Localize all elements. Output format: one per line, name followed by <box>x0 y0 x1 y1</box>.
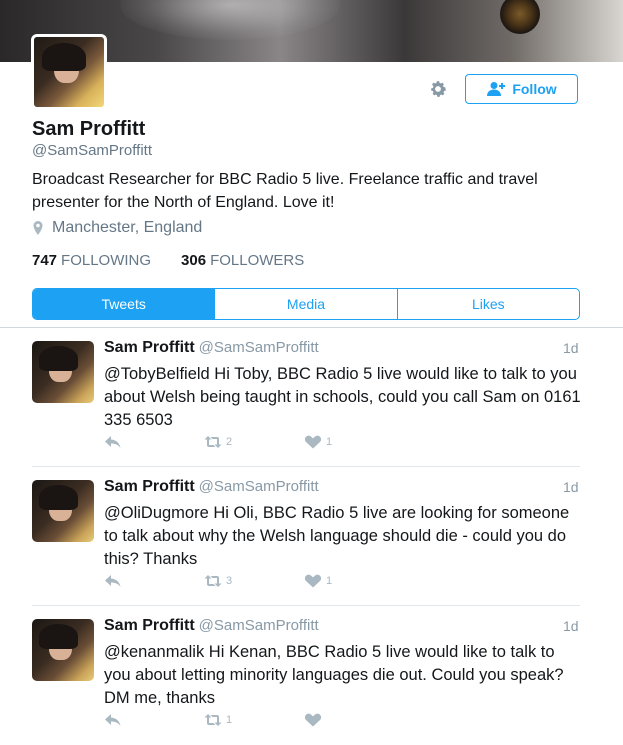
tweet-timestamp[interactable]: 1d <box>563 618 579 634</box>
like-button[interactable]: 1 <box>304 574 332 588</box>
tweet-header: Sam Proffitt @SamSamProffitt <box>104 478 319 496</box>
tweet-header: Sam Proffitt @SamSamProffitt <box>104 339 319 357</box>
tweet-author-handle[interactable]: @SamSamProffitt <box>199 617 319 634</box>
follow-button-label: Follow <box>512 81 557 97</box>
tab-tweets[interactable]: Tweets <box>33 289 215 319</box>
tweet-timestamp[interactable]: 1d <box>563 479 579 495</box>
tweet-author-handle[interactable]: @SamSamProffitt <box>199 478 319 495</box>
following-count: 747 <box>32 252 58 269</box>
tweet-author-name[interactable]: Sam Proffitt <box>104 478 195 495</box>
banner-cat-eye <box>500 0 540 34</box>
tweet-item[interactable]: Sam Proffitt @SamSamProffitt 1d @OliDugmo… <box>0 467 623 606</box>
heart-icon <box>304 713 322 727</box>
tweet-header: Sam Proffitt @SamSamProffitt <box>104 617 319 635</box>
heart-icon <box>304 435 322 449</box>
reply-icon <box>105 436 121 448</box>
heart-icon <box>304 574 322 588</box>
like-button[interactable]: 1 <box>304 435 332 449</box>
reply-button[interactable] <box>104 574 122 588</box>
retweet-icon <box>204 714 222 726</box>
tweet-avatar[interactable] <box>32 480 94 542</box>
retweet-icon <box>204 575 222 587</box>
profile-stats: 747 FOLLOWING 306 FOLLOWERS <box>32 252 304 269</box>
following-stat[interactable]: 747 FOLLOWING <box>32 252 151 269</box>
reply-button[interactable] <box>104 713 122 727</box>
retweet-count: 1 <box>226 714 233 726</box>
retweet-count: 2 <box>226 436 233 448</box>
tweet-item[interactable]: Sam Proffitt @SamSamProffitt 1d @kenanmal… <box>0 606 623 745</box>
profile-location: Manchester, England <box>32 219 202 237</box>
tweet-actions: 2 1 <box>104 435 404 451</box>
tweet-text: @kenanmalik Hi Kenan, BBC Radio 5 live w… <box>104 643 564 707</box>
retweet-icon <box>204 436 222 448</box>
followers-count: 306 <box>181 252 207 269</box>
add-user-icon <box>487 82 506 96</box>
gear-icon[interactable] <box>428 79 448 99</box>
retweet-count: 3 <box>226 575 233 587</box>
profile-bio: Broadcast Researcher for BBC Radio 5 liv… <box>32 171 538 211</box>
tweet-item[interactable]: Sam Proffitt @SamSamProffitt 1d @TobyBelf… <box>0 328 623 467</box>
tab-likes[interactable]: Likes <box>396 289 579 319</box>
following-label: FOLLOWING <box>61 252 152 269</box>
like-button[interactable] <box>304 713 326 727</box>
tweet-author-name[interactable]: Sam Proffitt <box>104 617 195 634</box>
tweet-text: @OliDugmore Hi Oli, BBC Radio 5 live are… <box>104 504 570 568</box>
tweet-avatar[interactable] <box>32 341 94 403</box>
tweet-author-name[interactable]: Sam Proffitt <box>104 339 195 356</box>
like-count: 1 <box>326 575 333 587</box>
reply-button[interactable] <box>104 435 122 449</box>
follow-button[interactable]: Follow <box>465 74 578 104</box>
location-text: Manchester, England <box>52 219 203 236</box>
followers-label: FOLLOWERS <box>210 252 305 269</box>
tweet-text: @TobyBelfield Hi Toby, BBC Radio 5 live … <box>104 365 581 429</box>
profile-handle[interactable]: @SamSamProffitt <box>32 142 152 159</box>
location-pin-icon <box>33 221 43 235</box>
retweet-button[interactable]: 2 <box>204 435 232 449</box>
tweet-actions: 3 1 <box>104 574 404 590</box>
tweet-avatar[interactable] <box>32 619 94 681</box>
reply-icon <box>105 714 121 726</box>
tab-media[interactable]: Media <box>214 289 396 319</box>
profile-name: Sam Proffitt <box>32 118 146 140</box>
retweet-button[interactable]: 1 <box>204 713 232 727</box>
profile-tabs: Tweets Media Likes <box>32 288 580 320</box>
profile-avatar[interactable] <box>31 34 107 110</box>
reply-icon <box>105 575 121 587</box>
banner-sheen <box>120 0 340 40</box>
followers-stat[interactable]: 306 FOLLOWERS <box>181 252 304 269</box>
retweet-button[interactable]: 3 <box>204 574 232 588</box>
like-count: 1 <box>326 436 333 448</box>
tweet-actions: 1 <box>104 713 404 729</box>
tweet-author-handle[interactable]: @SamSamProffitt <box>199 339 319 356</box>
tweet-timestamp[interactable]: 1d <box>563 340 579 356</box>
